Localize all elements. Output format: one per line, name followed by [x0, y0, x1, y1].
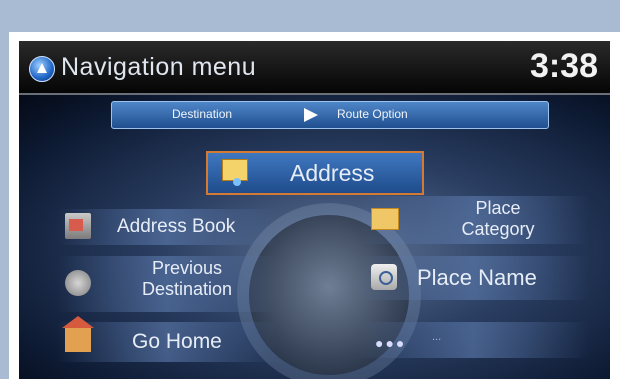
place-name-button[interactable]: Place Name: [357, 256, 589, 300]
tab-destination[interactable]: Destination: [172, 107, 232, 121]
previous-destination-button[interactable]: Previous Destination: [57, 256, 277, 312]
tab-route-options[interactable]: Route Option: [337, 107, 408, 121]
place-category-button[interactable]: Place Category: [357, 196, 589, 244]
menu-panel: Destination Route Option Address Address…: [19, 95, 610, 379]
navigation-icon: [29, 56, 55, 82]
page-title: Navigation menu: [61, 53, 257, 81]
place-name-label: Place Name: [417, 265, 537, 290]
place-category-line1: Place: [475, 198, 521, 218]
map-icon: [222, 159, 248, 186]
history-icon: [65, 270, 91, 296]
home-icon: [62, 316, 94, 352]
address-book-icon: [65, 213, 91, 239]
go-home-button[interactable]: Go Home: [57, 316, 277, 362]
address-book-label: Address Book: [117, 216, 236, 237]
place-category-line2: Category: [461, 219, 535, 239]
previous-destination-line1: Previous: [151, 258, 223, 278]
tab-bar: Destination Route Option: [111, 101, 549, 129]
folder-icon: [371, 208, 399, 230]
address-button[interactable]: Address: [206, 151, 424, 195]
place-category-label: Place Category: [443, 198, 553, 240]
address-label: Address: [290, 160, 375, 186]
more-label: ...: [432, 331, 442, 343]
previous-destination-line2: Destination: [141, 279, 233, 299]
title-bar: Navigation menu 3:38: [19, 41, 610, 95]
more-button[interactable]: ●●● ...: [357, 322, 589, 358]
go-home-label: Go Home: [132, 330, 222, 353]
more-dots-icon: ●●●: [375, 335, 407, 351]
previous-destination-label: Previous Destination: [127, 258, 247, 300]
arrow-right-icon: [304, 108, 318, 122]
search-icon: [371, 264, 397, 290]
navigation-screen: Navigation menu 3:38 Destination Route O…: [19, 41, 610, 379]
clock-time: 3:38: [529, 47, 598, 85]
address-book-button[interactable]: Address Book: [57, 209, 277, 245]
